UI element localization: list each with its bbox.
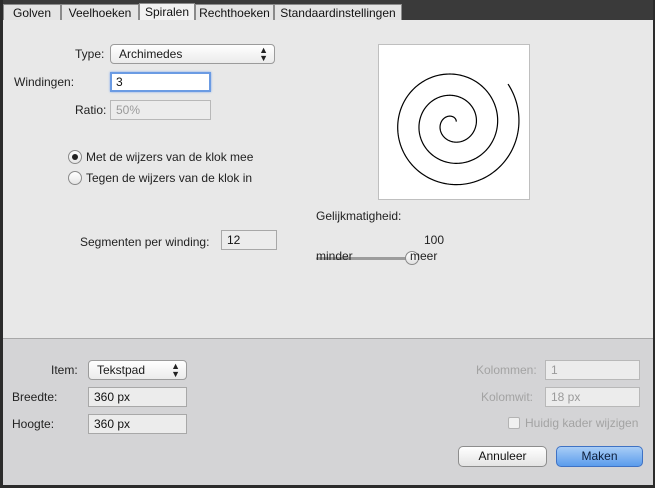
spiral-dialog: Golven Veelhoeken Spiralen Rechthoeken S… <box>3 0 653 485</box>
windings-label: Windingen: <box>14 75 75 89</box>
radio-selected-dot <box>72 154 78 160</box>
type-label: Type: <box>75 47 105 61</box>
slider-min-label: minder <box>316 249 353 263</box>
make-button[interactable]: Maken <box>556 446 643 467</box>
segments-input[interactable] <box>221 230 277 250</box>
item-label: Item: <box>51 363 78 377</box>
width-input[interactable] <box>88 387 187 407</box>
type-value: Archimedes <box>119 47 183 61</box>
counterclockwise-radio[interactable] <box>68 171 82 185</box>
item-popup[interactable]: Tekstpad ▲ ▼ <box>88 360 187 380</box>
clockwise-radio[interactable] <box>68 150 82 164</box>
clockwise-label[interactable]: Met de wijzers van de klok mee <box>86 150 253 164</box>
item-settings-panel: Item: Tekstpad ▲▼ Breedte: Hoogte: Kolom… <box>3 338 653 485</box>
height-label: Hoogte: <box>12 417 55 431</box>
columns-input: 1 <box>545 360 640 380</box>
gutter-input: 18 px <box>545 387 640 407</box>
segments-label: Segmenten per winding: <box>80 235 210 249</box>
popup-arrows-icon: ▲ ▼ <box>171 361 180 379</box>
counterclockwise-label[interactable]: Tegen de wijzers van de klok in <box>86 171 252 185</box>
tab-veelhoeken[interactable]: Veelhoeken <box>61 4 139 21</box>
spiral-curve <box>397 73 520 186</box>
popup-arrows-icon: ▲ ▼ <box>259 45 268 63</box>
tab-golven[interactable]: Golven <box>3 4 61 21</box>
item-value: Tekstpad <box>97 363 146 377</box>
type-popup[interactable]: Archimedes ▲ ▼ <box>110 44 275 64</box>
tab-standaardinstellingen[interactable]: Standaardinstellingen <box>274 4 402 21</box>
slider-max-label: meer <box>410 249 438 263</box>
height-input[interactable] <box>88 414 187 434</box>
ratio-label: Ratio: <box>75 103 107 117</box>
cancel-button[interactable]: Annuleer <box>458 446 547 467</box>
spiral-preview <box>378 44 530 200</box>
ratio-input: 50% <box>110 100 211 120</box>
tab-rechthoeken[interactable]: Rechthoeken <box>195 4 274 21</box>
uniformity-label: Gelijkmatigheid: <box>316 209 402 223</box>
uniformity-value: 100 <box>424 233 445 247</box>
tab-bar: Golven Veelhoeken Spiralen Rechthoeken S… <box>3 0 653 21</box>
spiral-settings-panel: Type: Archimedes ▲▼ Windingen: Ratio: 50… <box>3 20 653 338</box>
modify-frame-label: Huidig kader wijzigen <box>525 416 639 430</box>
columns-label: Kolommen: <box>476 363 537 377</box>
windings-input[interactable] <box>110 72 211 92</box>
tab-spiralen[interactable]: Spiralen <box>139 3 195 21</box>
modify-frame-checkbox[interactable] <box>508 417 520 429</box>
gutter-label: Kolomwit: <box>481 390 534 404</box>
spiral-preview-graphic <box>397 73 520 186</box>
width-label: Breedte: <box>12 390 58 404</box>
